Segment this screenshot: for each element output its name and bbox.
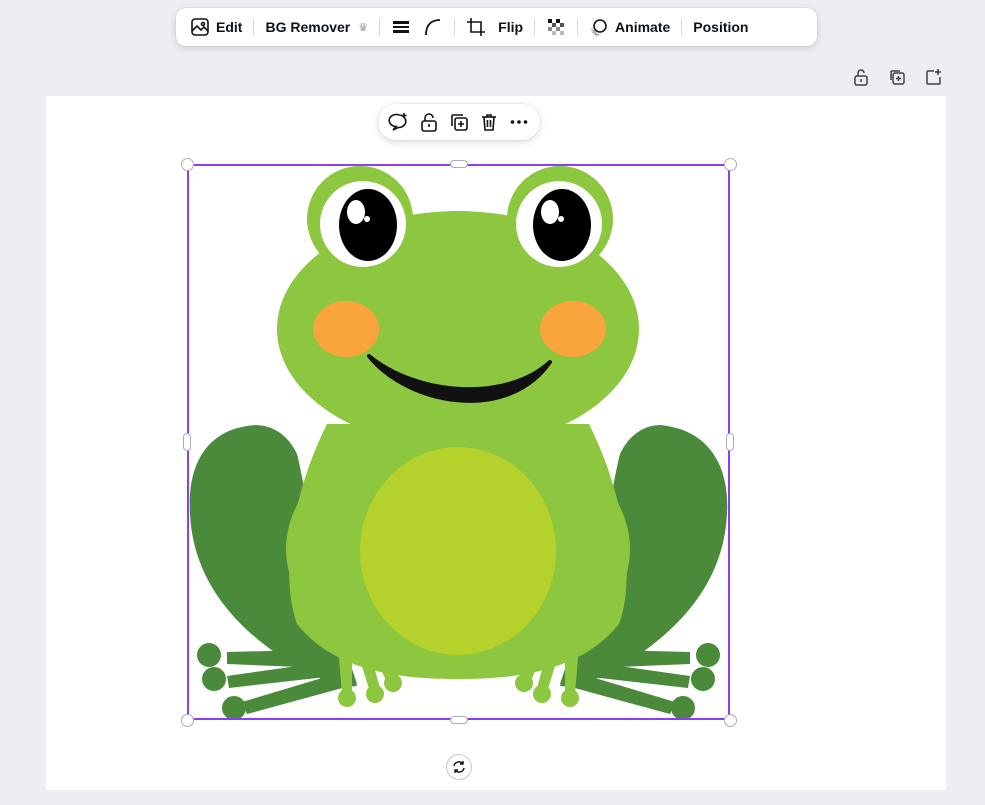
lock-element-button[interactable] [416,109,442,135]
crop-icon [467,18,486,36]
animate-icon [591,19,607,37]
animate-label: Animate [615,19,671,35]
edit-image-button[interactable]: Edit [184,12,248,42]
transparency-button[interactable] [540,12,572,42]
more-icon [510,120,528,124]
edit-label: Edit [216,19,243,35]
image-toolbar: Edit BG Remover ♛ Flip Animate Position [176,8,817,46]
more-options-button[interactable] [506,109,532,135]
rotate-handle[interactable] [446,754,472,780]
resize-handle-top[interactable] [450,160,468,168]
crown-icon: ♛ [358,21,369,34]
resize-handle-bottom-right[interactable] [724,714,737,727]
duplicate-icon [451,114,468,131]
toolbar-divider [534,18,536,36]
page-tools [850,66,944,88]
toolbar-divider [379,18,381,36]
selection-frame [187,164,730,720]
add-page-icon [926,69,941,85]
flip-button[interactable]: Flip [492,12,529,42]
resize-handle-left[interactable] [183,433,191,451]
toolbar-divider [681,18,683,36]
element-context-menu [378,104,540,140]
trash-icon [482,114,496,131]
toolbar-divider [253,18,255,36]
resize-handle-bottom-left[interactable] [181,714,194,727]
add-page-button[interactable] [922,66,944,88]
toolbar-divider [577,18,579,36]
flip-label: Flip [498,19,524,35]
bg-remover-label: BG Remover [265,19,351,35]
delete-element-button[interactable] [476,109,502,135]
edit-image-icon [191,18,209,36]
resize-handle-right[interactable] [726,433,734,451]
border-style-button[interactable] [385,12,417,42]
bg-remover-button[interactable]: BG Remover ♛ [259,12,374,42]
rotate-icon [453,761,465,773]
position-button[interactable]: Position [687,12,754,42]
crop-button[interactable] [460,12,492,42]
duplicate-page-button[interactable] [886,66,908,88]
resize-handle-top-right[interactable] [724,158,737,171]
resize-handle-top-left[interactable] [181,158,194,171]
duplicate-icon [890,70,905,85]
comment-button[interactable] [386,109,412,135]
position-label: Position [693,19,749,35]
lock-icon [854,69,868,86]
duplicate-element-button[interactable] [446,109,472,135]
lock-icon [421,113,437,132]
corner-rounding-icon [425,19,441,36]
comment-icon [388,113,407,131]
corner-rounding-button[interactable] [417,12,449,42]
transparency-icon [548,19,565,35]
animate-button[interactable]: Animate [583,12,676,42]
border-style-icon [393,21,410,33]
toolbar-divider [454,18,456,36]
resize-handle-bottom[interactable] [450,716,468,724]
lock-page-button[interactable] [850,66,872,88]
